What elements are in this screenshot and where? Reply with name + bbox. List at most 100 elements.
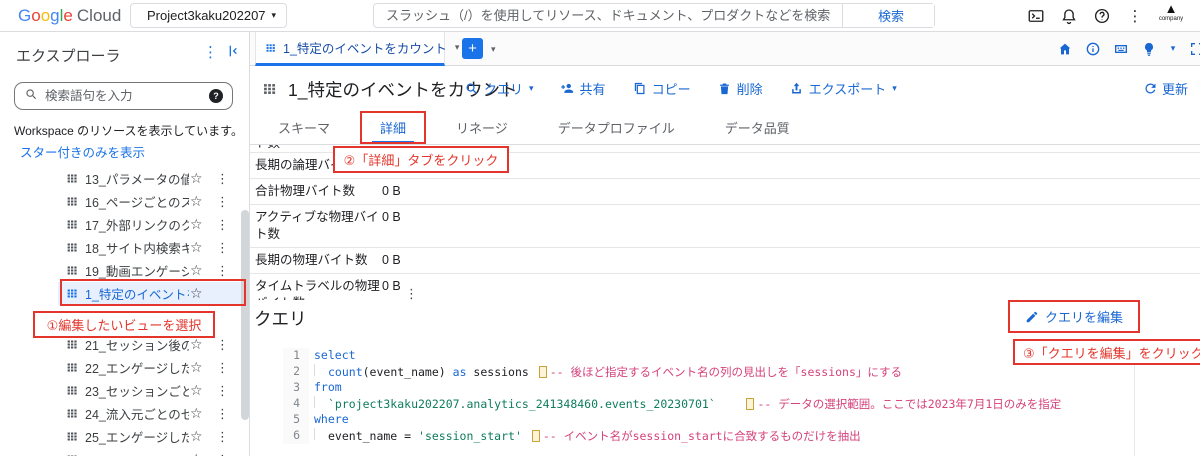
- tab-リネージ[interactable]: リネージ: [448, 110, 516, 144]
- info-icon[interactable]: [1084, 40, 1102, 58]
- more-vert-icon[interactable]: ⋮: [216, 217, 229, 233]
- explorer-tree-item[interactable]: 25_エンゲージした...☆⋮: [0, 425, 250, 448]
- notifications-icon[interactable]: [1057, 4, 1081, 28]
- starred-only-link[interactable]: スター付きのみを表示: [20, 142, 145, 161]
- add-tab-chevron-icon[interactable]: ▾: [491, 44, 496, 55]
- search-icon: [464, 81, 479, 96]
- explorer-tree-item[interactable]: 22_エンゲージした...☆⋮: [0, 356, 250, 379]
- delete-icon: [717, 81, 732, 96]
- star-icon[interactable]: ☆: [190, 216, 203, 233]
- explorer-tree-item[interactable]: 1_特定のイベントを...☆⋮: [0, 282, 250, 305]
- more-vert-icon[interactable]: ⋮: [216, 171, 229, 187]
- chevron-down-icon[interactable]: ▾: [455, 42, 460, 53]
- tree-item-label: 13_パラメータの値...: [85, 169, 189, 188]
- delete-button[interactable]: 削除: [717, 79, 763, 98]
- star-icon[interactable]: ☆: [190, 405, 203, 422]
- more-vert-icon[interactable]: ⋮: [216, 194, 229, 210]
- fullscreen-icon[interactable]: [1188, 40, 1200, 58]
- detail-tabs: スキーマ詳細リネージデータプロファイルデータ品質: [250, 110, 1200, 145]
- table-row: 合計物理バイト数0 B: [250, 179, 1200, 205]
- top-app-bar: GoogleCloud Project3kaku202207 ▾ 検索 ⋮ ▲ …: [0, 0, 1200, 32]
- explorer-more-vert-icon[interactable]: ⋮: [203, 43, 218, 61]
- tab-データ品質[interactable]: データ品質: [717, 110, 798, 144]
- star-icon[interactable]: ☆: [190, 262, 203, 279]
- explorer-tree-item[interactable]: 18_サイト内検索キ...☆⋮: [0, 236, 250, 259]
- star-icon[interactable]: ☆: [190, 170, 203, 187]
- star-icon[interactable]: ☆: [190, 193, 203, 210]
- chevron-down-icon: ▾: [272, 10, 277, 21]
- explorer-search-input[interactable]: [45, 89, 202, 103]
- avatar-logo: ▲: [1150, 2, 1192, 16]
- tab-スキーマ[interactable]: スキーマ: [270, 110, 338, 144]
- table-icon: [66, 407, 79, 420]
- sql-line: 5where: [283, 412, 1134, 428]
- star-icon[interactable]: ☆: [190, 285, 203, 302]
- star-icon[interactable]: ☆: [190, 239, 203, 256]
- more-vert-icon[interactable]: ⋮: [216, 337, 229, 353]
- query-heading: クエリ: [254, 306, 307, 331]
- add-tab-button[interactable]: +: [462, 38, 483, 59]
- more-vert-icon[interactable]: ⋮: [216, 452, 229, 456]
- indent-guide: [314, 364, 328, 376]
- tab-データプロファイル[interactable]: データプロファイル: [550, 110, 683, 144]
- star-icon[interactable]: ☆: [190, 451, 203, 456]
- explorer-tree-item[interactable]: 16_ページごとのス...☆ ⋮: [0, 190, 250, 213]
- tree-item-label: 16_ページごとのス...: [85, 192, 189, 211]
- collapse-panel-icon[interactable]: [225, 43, 243, 61]
- help-icon[interactable]: [1090, 4, 1114, 28]
- chevron-down-icon: ▾: [892, 83, 897, 94]
- cloud-logo-text: Cloud: [77, 6, 121, 25]
- star-icon[interactable]: ☆: [190, 359, 203, 376]
- detail-label: 長期の物理バイト数: [255, 252, 382, 269]
- star-icon[interactable]: ☆: [190, 336, 203, 353]
- project-selector[interactable]: Project3kaku202207 ▾: [130, 3, 287, 28]
- refresh-button[interactable]: 更新: [1143, 66, 1188, 110]
- sql-line: 2count(event_name) as sessions -- 後ほど指定す…: [283, 364, 1134, 381]
- export-button[interactable]: エクスポート▾: [789, 79, 897, 98]
- chevron-down-icon[interactable]: ▾: [1168, 40, 1178, 58]
- global-search-bar: 検索: [373, 3, 935, 28]
- explorer-tree-item[interactable]: 19_動画エンゲージ...☆⋮: [0, 259, 250, 282]
- explorer-tree-item[interactable]: 13_パラメータの値...☆ ⋮: [0, 167, 250, 190]
- cloud-shell-icon[interactable]: [1024, 4, 1048, 28]
- help-filled-icon[interactable]: ?: [209, 89, 223, 103]
- indent-guide: [314, 428, 328, 440]
- explorer-tree-item[interactable]: 23_セッションごと...☆⋮: [0, 379, 250, 402]
- global-search-button[interactable]: 検索: [842, 4, 934, 27]
- star-icon[interactable]: ☆: [190, 428, 203, 445]
- more-vert-icon[interactable]: ⋮: [216, 360, 229, 376]
- export-icon: [789, 81, 804, 96]
- line-number: 1: [283, 348, 309, 364]
- more-vert-icon[interactable]: ⋮: [405, 286, 418, 302]
- table-icon: [66, 384, 79, 397]
- query-button[interactable]: クエリ▾: [464, 79, 534, 98]
- explorer-panel: エクスプローラ ⋮ ? Workspace のリソースを表示しています。 スター…: [0, 32, 250, 456]
- explorer-tree-item[interactable]: ☆⋮: [0, 448, 250, 456]
- share-button[interactable]: 共有: [560, 79, 606, 98]
- editor-tab[interactable]: 1_特定のイベントをカウント ▾ ×: [255, 32, 445, 66]
- detail-value: 0 B: [382, 209, 401, 243]
- tab-詳細[interactable]: 詳細: [372, 110, 414, 144]
- annotation-edit-frame: クエリを編集: [1008, 300, 1140, 333]
- more-vert-icon[interactable]: ⋮: [216, 429, 229, 445]
- home-icon[interactable]: [1056, 40, 1074, 58]
- more-vert-icon[interactable]: ⋮: [216, 406, 229, 422]
- explorer-tree-item[interactable]: 17_外部リンクのク...☆⋮: [0, 213, 250, 236]
- star-icon[interactable]: ☆: [190, 382, 203, 399]
- edit-query-button[interactable]: クエリを編集: [1025, 307, 1123, 326]
- more-vert-icon[interactable]: ⋮: [1123, 4, 1147, 28]
- google-cloud-logo: GoogleCloud: [18, 6, 121, 26]
- explorer-scrollbar[interactable]: [241, 210, 249, 420]
- more-vert-icon[interactable]: ⋮: [216, 240, 229, 256]
- more-vert-icon[interactable]: ⋮: [216, 263, 229, 279]
- account-avatar[interactable]: ▲ company: [1150, 2, 1192, 22]
- explorer-tree-upper: 13_パラメータの値...☆⋮16_ページごとのス...☆⋮17_外部リンクのク…: [0, 167, 250, 305]
- lightbulb-icon[interactable]: [1140, 40, 1158, 58]
- explorer-tree-item[interactable]: 24_流入元ごとのセ...☆⋮: [0, 402, 250, 425]
- pencil-icon: [1025, 310, 1039, 324]
- keyboard-icon[interactable]: [1112, 40, 1130, 58]
- more-vert-icon[interactable]: ⋮: [216, 383, 229, 399]
- table-icon: [66, 195, 79, 208]
- copy-button[interactable]: コピー: [632, 79, 691, 98]
- global-search-input[interactable]: [374, 8, 842, 23]
